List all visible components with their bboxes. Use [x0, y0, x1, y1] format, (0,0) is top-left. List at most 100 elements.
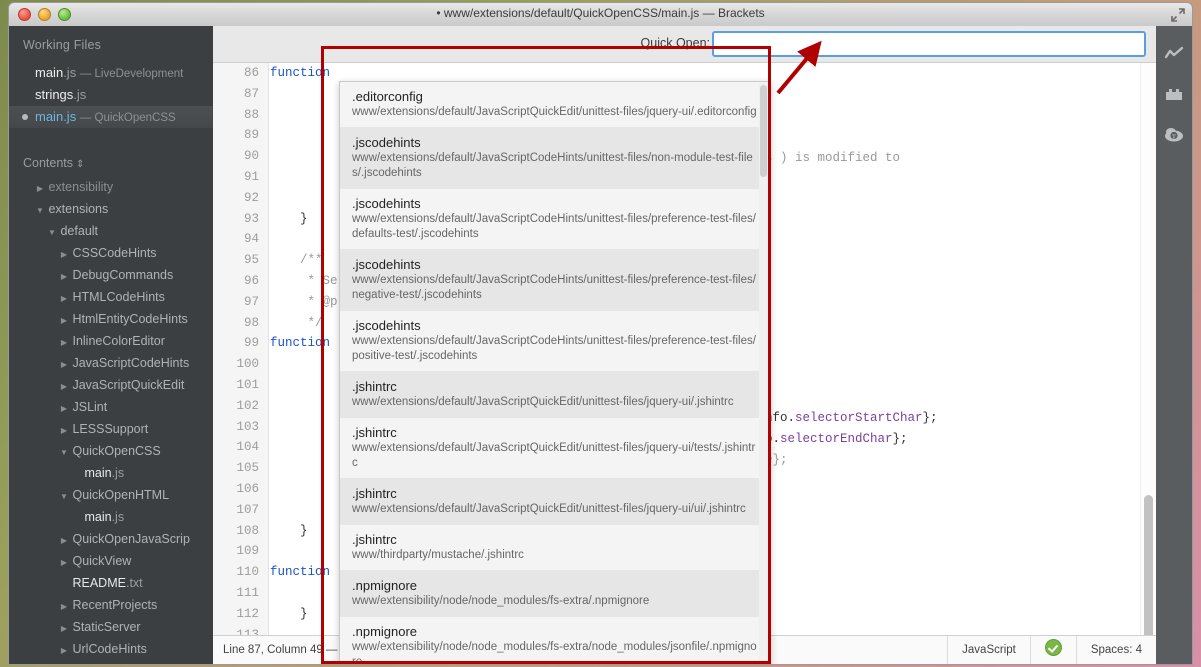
triangle-right-icon[interactable]: ▶	[59, 420, 69, 442]
code-fragment[interactable]: nfo.selectorStartChar};	[765, 408, 938, 429]
triangle-right-icon[interactable]: ▶	[59, 244, 69, 266]
tree-folder-item[interactable]: ▶ CSSCodeHints	[9, 242, 213, 264]
result-file-path: www/extensibility/node/node_modules/fs-e…	[352, 641, 757, 665]
quick-open-result-item[interactable]: .jshintrc www/thirdparty/mustache/.jshint…	[340, 525, 770, 571]
tree-folder-item[interactable]: ▶ JavaScriptQuickEdit	[9, 374, 213, 396]
tree-folder-item[interactable]: ▶ QuickOpenJavaScrip	[9, 528, 213, 550]
triangle-right-icon[interactable]: ▶	[59, 596, 69, 618]
triangle-down-icon[interactable]: ▼	[59, 442, 69, 464]
contents-header: Contents ⇕	[9, 150, 213, 176]
tree-folder-item[interactable]: ▶ HtmlEntityCodeHints	[9, 308, 213, 330]
tree-file-item[interactable]: main.js	[9, 462, 213, 484]
tree-folder-item[interactable]: ▶ DebugCommands	[9, 264, 213, 286]
file-ext: .js	[63, 109, 77, 124]
line-number-gutter: 86 87 88 89 90 91 92 93 94 95 96 97 98 99 100 101 102 103…	[213, 63, 269, 635]
quick-open-result-item[interactable]: .jscodehints www/extensions/default/JavaS…	[340, 311, 770, 372]
result-file-path: www/extensions/default/JavaScriptQuickEd…	[352, 106, 757, 118]
triangle-down-icon[interactable]: ▼	[35, 200, 45, 222]
line-number: 108	[236, 523, 259, 538]
quick-open-result-item[interactable]: .jshintrc www/extensions/default/JavaScri…	[340, 418, 770, 479]
theme-icon[interactable]: T	[1156, 114, 1192, 154]
tree-folder-item[interactable]: ▼ extensions	[9, 198, 213, 220]
triangle-down-icon[interactable]: ▼	[59, 486, 69, 508]
working-file-item[interactable]: main.js — LiveDevelopment	[9, 62, 213, 84]
editor-scrollbar[interactable]	[1140, 63, 1156, 635]
line-number: 90	[243, 149, 259, 164]
fullscreen-icon[interactable]	[1170, 7, 1186, 23]
editor-toolbar: Quick Open:	[213, 26, 1156, 63]
triangle-right-icon[interactable]: ▶	[59, 552, 69, 574]
tree-item-label: extensions	[48, 202, 109, 216]
editor-scrollbar-thumb[interactable]	[1144, 495, 1153, 635]
quick-open-result-item[interactable]: .jscodehints www/extensions/default/JavaS…	[340, 189, 770, 250]
file-tree: ▶ extensibility ▼ extensions ▼ default ▶ CS…	[9, 176, 213, 660]
triangle-right-icon[interactable]: ▶	[59, 310, 69, 332]
code-fragment[interactable]: o.selectorEndChar};	[765, 429, 908, 450]
line-number: 95	[243, 253, 259, 268]
quick-open-result-list[interactable]: .editorconfig www/extensions/default/Java…	[340, 82, 770, 665]
tree-folder-item[interactable]: ▶ UrlCodeHints	[9, 638, 213, 660]
tree-folder-item[interactable]: ▶ JSLint	[9, 396, 213, 418]
quick-open-result-item[interactable]: .jshintrc www/extensions/default/JavaScri…	[340, 372, 770, 418]
quick-open-result-item[interactable]: .npmignore www/extensibility/node/node_mo…	[340, 571, 770, 617]
result-file-name: .jshintrc	[352, 379, 397, 394]
sort-toggle-icon[interactable]: ⇕	[76, 159, 84, 170]
quick-open-result-item[interactable]: .npmignore www/extensibility/node/node_mo…	[340, 617, 770, 665]
quick-open-result-item[interactable]: .jshintrc www/extensions/default/JavaScri…	[340, 479, 770, 525]
indent-setting[interactable]: Spaces: 4	[1075, 635, 1156, 664]
tree-folder-item[interactable]: ▶ LESSSupport	[9, 418, 213, 440]
result-file-name: .jshintrc	[352, 425, 397, 440]
tree-folder-item[interactable]: ▶ QuickView	[9, 550, 213, 572]
extension-manager-icon[interactable]	[1156, 74, 1192, 114]
triangle-down-icon[interactable]: ▼	[47, 222, 57, 244]
tree-folder-item[interactable]: ▶ extensibility	[9, 176, 213, 198]
tree-item-label: DebugCommands	[72, 268, 174, 282]
triangle-right-icon[interactable]: ▶	[35, 178, 45, 200]
triangle-right-icon[interactable]: ▶	[59, 618, 69, 640]
tree-item-label: QuickView	[72, 554, 132, 568]
tree-item-label: JSLint	[72, 400, 108, 414]
quick-open-scrollbar-thumb[interactable]	[760, 85, 767, 177]
tree-item-label: JavaScriptQuickEdit	[72, 378, 185, 392]
lint-status[interactable]	[1029, 635, 1076, 664]
file-ext: .js	[73, 87, 87, 102]
tree-folder-item[interactable]: ▶ StaticServer	[9, 616, 213, 638]
live-preview-icon[interactable]	[1156, 34, 1192, 74]
triangle-right-icon[interactable]: ▶	[59, 640, 69, 662]
line-number: 99	[243, 336, 259, 351]
tree-folder-item[interactable]: ▶ RecentProjects	[9, 594, 213, 616]
unsaved-dot-icon	[22, 114, 28, 120]
triangle-right-icon[interactable]: ▶	[59, 332, 69, 354]
result-file-name: .jshintrc	[352, 486, 397, 501]
working-file-item[interactable]: strings.js	[9, 84, 213, 106]
quick-open-result-item[interactable]: .jscodehints www/extensions/default/JavaS…	[340, 128, 770, 189]
tree-folder-item[interactable]: ▶ InlineColorEditor	[9, 330, 213, 352]
quick-open-scrollbar[interactable]	[759, 83, 769, 664]
triangle-right-icon[interactable]: ▶	[59, 354, 69, 376]
tree-folder-item[interactable]: ▼ QuickOpenCSS	[9, 440, 213, 462]
line-number: 89	[243, 128, 259, 143]
tree-file-item[interactable]: main.js	[9, 506, 213, 528]
triangle-right-icon[interactable]: ▶	[59, 398, 69, 420]
triangle-right-icon[interactable]: ▶	[59, 288, 69, 310]
quick-open-dropdown[interactable]: .editorconfig www/extensions/default/Java…	[339, 81, 771, 665]
quick-open-result-item[interactable]: .editorconfig www/extensions/default/Java…	[340, 82, 770, 128]
tree-folder-item[interactable]: ▼ QuickOpenHTML	[9, 484, 213, 506]
tree-item-ext: .js	[111, 466, 125, 480]
tree-folder-item[interactable]: ▶ HTMLCodeHints	[9, 286, 213, 308]
triangle-right-icon[interactable]: ▶	[59, 376, 69, 398]
tree-folder-item[interactable]: ▶ JavaScriptCodeHints	[9, 352, 213, 374]
line-number: 111	[236, 585, 259, 600]
working-file-item[interactable]: main.js — QuickOpenCSS	[9, 106, 213, 128]
line-number: 112	[236, 606, 259, 621]
language-selector[interactable]: JavaScript	[947, 635, 1030, 664]
file-name: main	[35, 65, 64, 80]
tree-file-item[interactable]: README.txt	[9, 572, 213, 594]
triangle-right-icon[interactable]: ▶	[59, 266, 69, 288]
line-number: 106	[236, 481, 259, 496]
quick-open-input[interactable]	[712, 31, 1146, 57]
code-fragment[interactable]: s ) is modified to	[765, 148, 900, 169]
triangle-right-icon[interactable]: ▶	[59, 530, 69, 552]
quick-open-result-item[interactable]: .jscodehints www/extensions/default/JavaS…	[340, 250, 770, 311]
tree-folder-item[interactable]: ▼ default	[9, 220, 213, 242]
